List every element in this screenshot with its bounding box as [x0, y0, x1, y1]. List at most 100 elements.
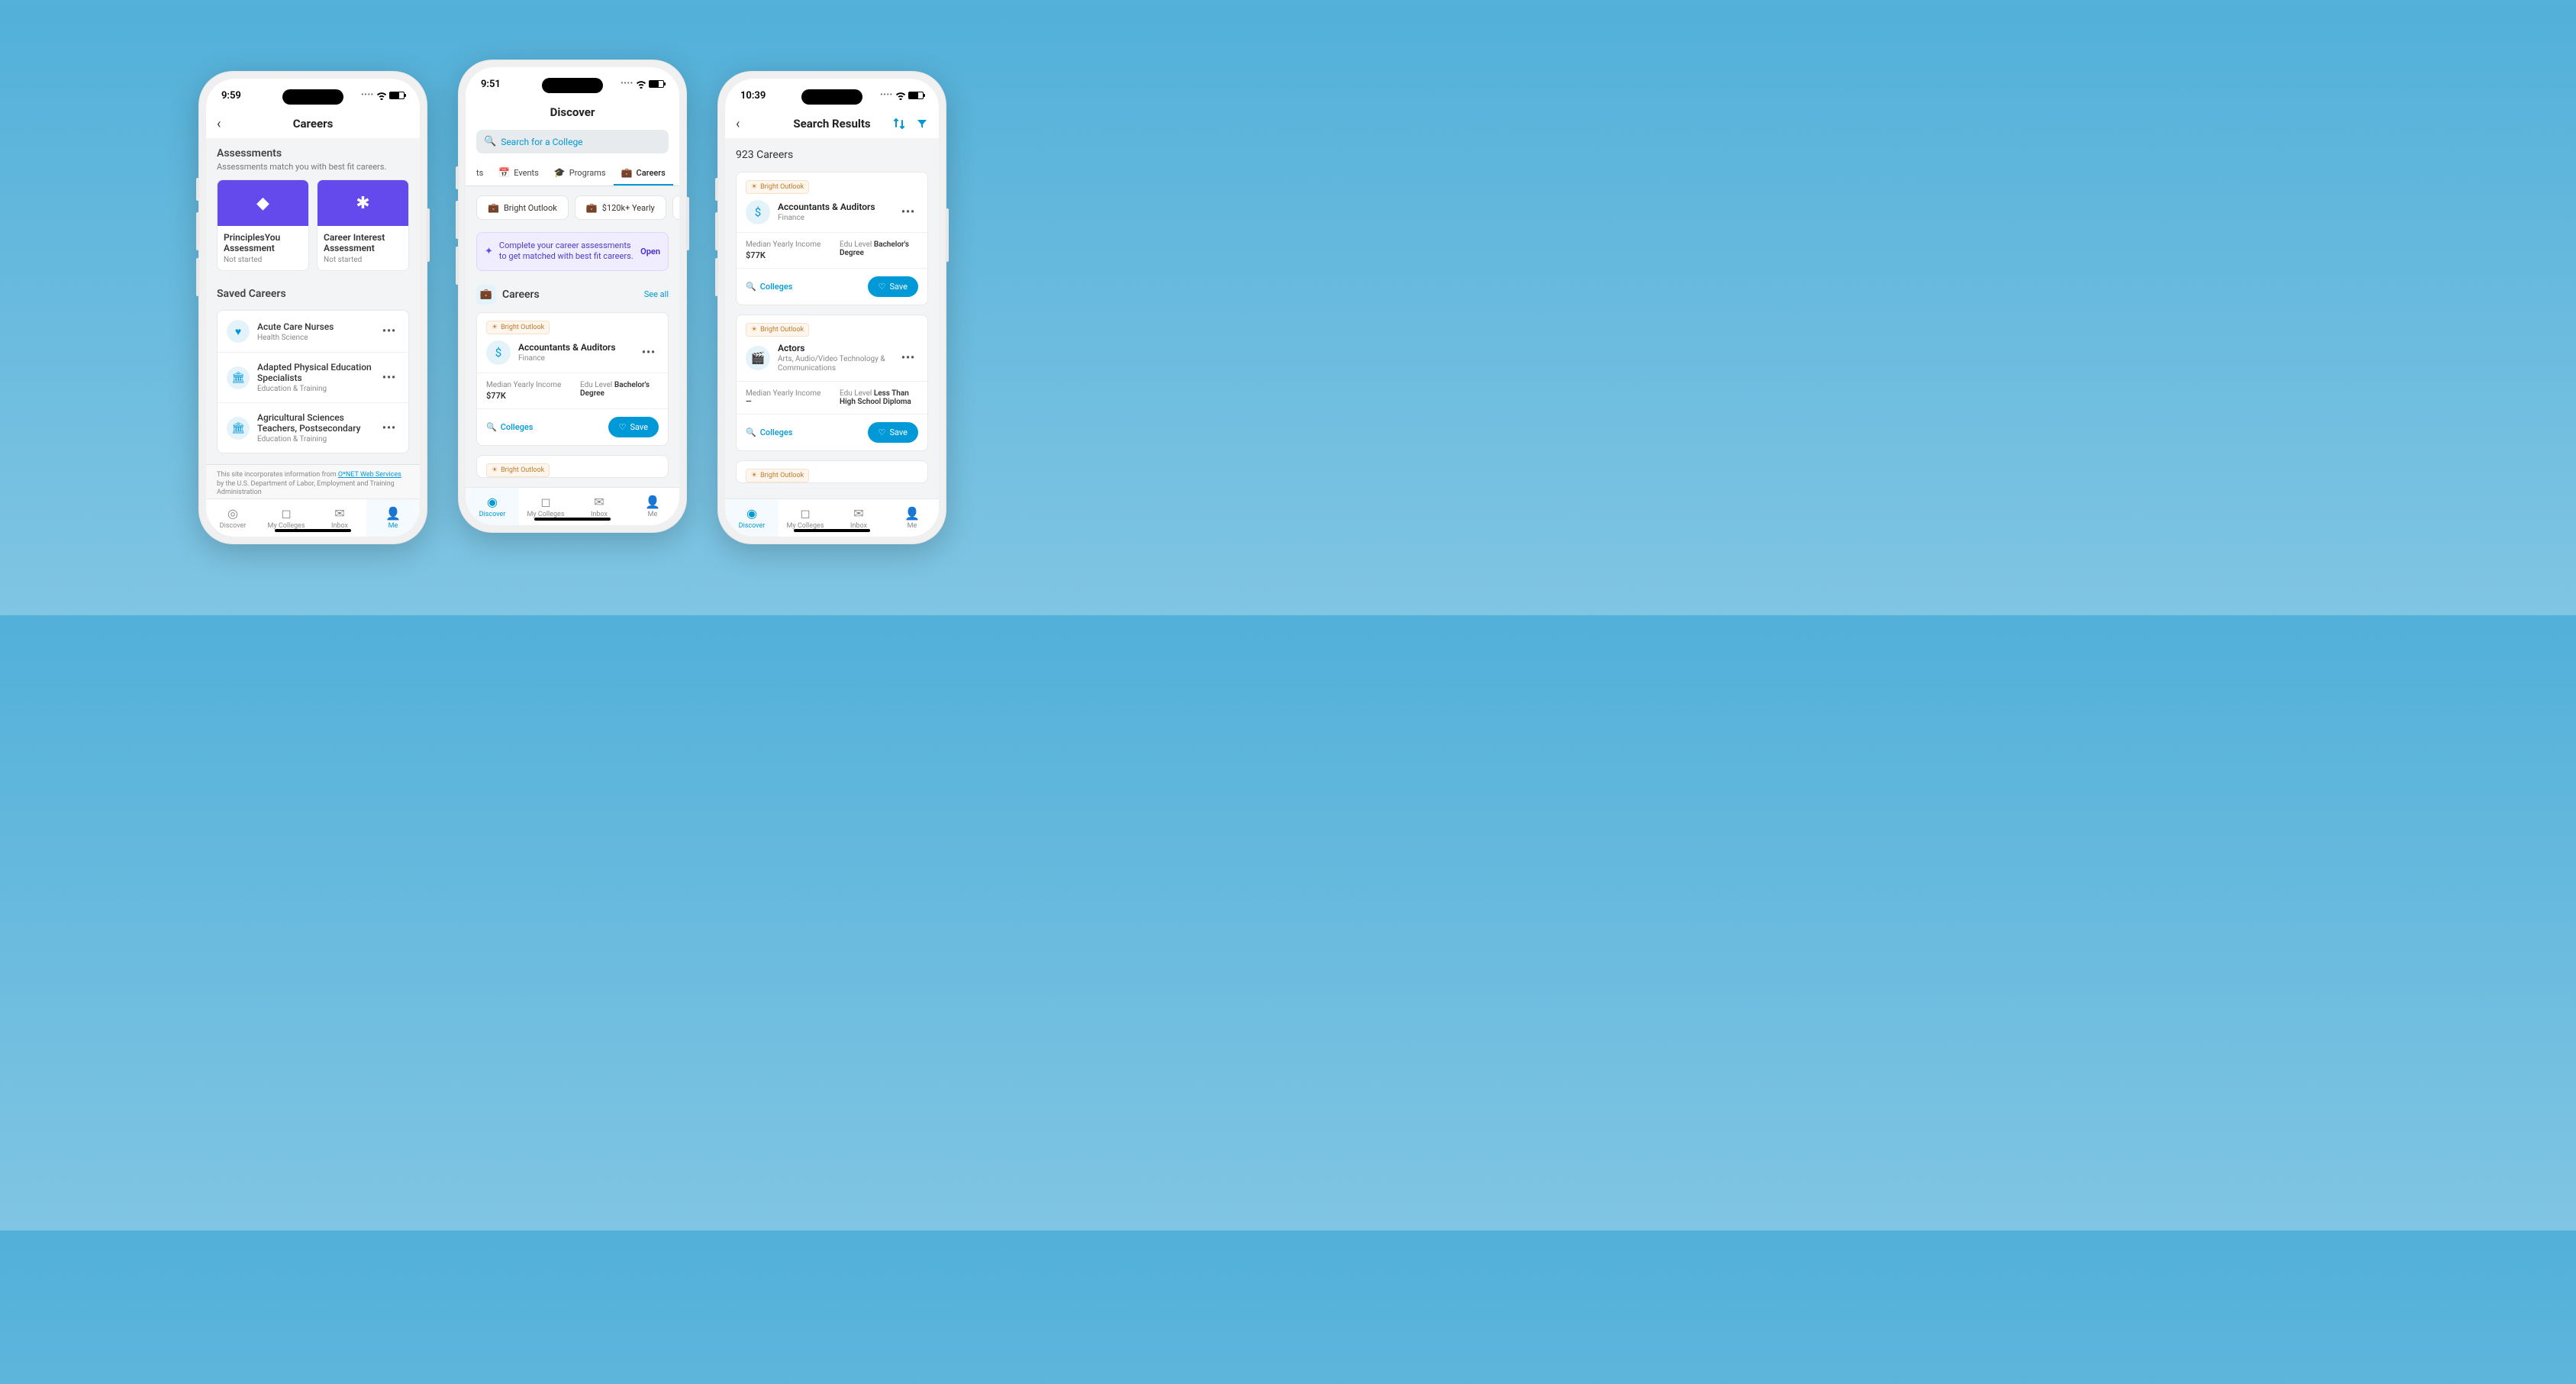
- save-button[interactable]: ♡Save: [608, 417, 659, 437]
- heart-icon: ♡: [879, 282, 886, 292]
- career-category: Education & Training: [257, 385, 372, 393]
- wifi-icon: [636, 80, 646, 89]
- film-icon: 🎬: [746, 346, 770, 370]
- home-indicator[interactable]: [794, 529, 870, 532]
- clock: 9:59: [221, 90, 241, 102]
- bright-outlook-badge: ☀ Bright Outlook: [486, 463, 550, 477]
- nav-tab-careers[interactable]: 💼Careers: [614, 161, 673, 186]
- briefcase-icon: 💼: [488, 202, 499, 213]
- heart-icon: ♡: [879, 427, 886, 437]
- building-icon: 🏛: [227, 366, 250, 389]
- bright-outlook-badge: ☀ Bright Outlook: [746, 323, 809, 337]
- bright-outlook-badge: ☀ Bright Outlook: [486, 321, 550, 334]
- grad-icon: 🎓: [554, 167, 566, 178]
- more-button[interactable]: •••: [379, 325, 399, 337]
- signal-icon: ••••: [361, 92, 374, 99]
- career-category: Arts, Audio/Video Technology & Communica…: [778, 355, 891, 373]
- search-icon: 🔍: [486, 422, 497, 432]
- see-all-link[interactable]: See all: [644, 289, 669, 299]
- heart-icon: ♥: [227, 320, 250, 343]
- nav-tab-events[interactable]: 📅Events: [491, 161, 546, 186]
- more-button[interactable]: •••: [379, 372, 399, 384]
- briefcase-icon: 💼: [586, 202, 598, 213]
- bookmark-icon: ◻: [281, 506, 291, 521]
- assessments-heading: Assessments: [217, 147, 409, 160]
- sort-button[interactable]: [893, 118, 905, 130]
- heart-icon: ♡: [619, 422, 627, 432]
- home-indicator[interactable]: [275, 529, 351, 532]
- tab-me[interactable]: 👤Me: [366, 499, 420, 537]
- page-title: Search Results: [793, 117, 870, 131]
- more-button[interactable]: •••: [898, 206, 918, 218]
- back-button[interactable]: ‹: [217, 116, 221, 132]
- tab-discover[interactable]: ◎Discover: [206, 499, 260, 537]
- assessment-card[interactable]: ◆ PrinciplesYou Assessment Not started: [217, 179, 309, 271]
- banner-text: Complete your career assessments to get …: [499, 240, 634, 263]
- dollar-icon: $: [746, 200, 770, 224]
- assessment-card[interactable]: ✱ Career Interest Assessment Not started: [317, 179, 409, 271]
- banner-open-button[interactable]: Open: [640, 247, 660, 256]
- career-category: Education & Training: [257, 435, 372, 444]
- save-button[interactable]: ♡Save: [868, 276, 918, 297]
- saved-career-item[interactable]: 🏛 Adapted Physical Education Specialists…: [218, 353, 408, 403]
- stat-value: $77K: [486, 391, 565, 401]
- bright-outlook-badge: ☀ Bright Outlook: [746, 469, 809, 482]
- filter-chip-partial[interactable]: 💼: [672, 195, 679, 220]
- compass-icon: ◎: [227, 506, 238, 521]
- filter-button[interactable]: [916, 118, 928, 130]
- career-title: Actors: [778, 343, 891, 353]
- colleges-link[interactable]: 🔍Colleges: [486, 422, 533, 432]
- assessment-title: PrinciplesYou Assessment: [224, 232, 302, 253]
- wifi-icon: [895, 92, 906, 100]
- career-card: ☀ Bright Outlook $ Accountants & Auditor…: [476, 312, 669, 446]
- person-icon: 👤: [645, 495, 660, 509]
- battery-icon: [389, 92, 405, 99]
- signal-icon: ••••: [880, 92, 893, 99]
- more-button[interactable]: •••: [379, 422, 399, 434]
- career-title: Accountants & Auditors: [518, 342, 631, 353]
- page-title: Careers: [293, 117, 334, 131]
- career-title: Adapted Physical Education Specialists: [257, 362, 372, 383]
- more-button[interactable]: •••: [639, 347, 659, 359]
- career-category: Health Science: [257, 334, 372, 342]
- briefcase-icon: 💼: [621, 167, 633, 178]
- compass-icon: ◉: [487, 495, 498, 509]
- search-icon: 🔍: [484, 136, 496, 147]
- onet-link[interactable]: O*NET Web Services: [338, 471, 401, 479]
- filter-chip-120k[interactable]: 💼$120k+ Yearly: [575, 195, 666, 220]
- notch: [801, 89, 862, 105]
- envelope-icon: ✉: [594, 495, 604, 509]
- home-indicator[interactable]: [534, 518, 611, 521]
- tab-discover[interactable]: ◉Discover: [725, 499, 779, 537]
- colleges-link[interactable]: 🔍Colleges: [746, 282, 792, 292]
- nav-tab-programs[interactable]: 🎓Programs: [546, 161, 614, 186]
- tab-discover[interactable]: ◉Discover: [466, 488, 519, 525]
- saved-career-item[interactable]: ♥ Acute Care Nurses Health Science •••: [218, 311, 408, 353]
- tab-me[interactable]: 👤Me: [626, 488, 679, 525]
- filter-chip-bright-outlook[interactable]: 💼Bright Outlook: [476, 195, 569, 220]
- colleges-link[interactable]: 🔍Colleges: [746, 427, 792, 437]
- career-card-partial: ☀ Bright Outlook: [736, 460, 928, 483]
- save-button[interactable]: ♡Save: [868, 422, 918, 443]
- career-category: Finance: [518, 354, 631, 363]
- section-title: Careers: [502, 289, 540, 301]
- briefcase-icon: 💼: [476, 285, 496, 305]
- search-placeholder: Search for a College: [501, 137, 582, 147]
- page-title: Discover: [550, 105, 595, 119]
- compass-icon: ◉: [746, 506, 757, 521]
- career-title: Agricultural Sciences Teachers, Postseco…: [257, 412, 372, 434]
- search-input[interactable]: 🔍 Search for a College: [476, 130, 669, 153]
- assessment-status: Not started: [324, 256, 402, 264]
- tab-me[interactable]: 👤Me: [885, 499, 939, 537]
- more-button[interactable]: •••: [898, 352, 918, 364]
- assessment-status: Not started: [224, 256, 302, 264]
- stat-value: $77K: [746, 250, 824, 260]
- saved-career-item[interactable]: 🏛 Agricultural Sciences Teachers, Postse…: [218, 403, 408, 453]
- assessment-banner: ✦ Complete your career assessments to ge…: [476, 232, 669, 271]
- stat-label: Edu Level: [840, 240, 874, 249]
- envelope-icon: ✉: [334, 506, 344, 521]
- stat-label: Median Yearly Income: [486, 381, 565, 389]
- back-button[interactable]: ‹: [736, 116, 740, 132]
- nav-tab-partial[interactable]: ts: [469, 161, 491, 186]
- stat-label: Median Yearly Income: [746, 389, 821, 398]
